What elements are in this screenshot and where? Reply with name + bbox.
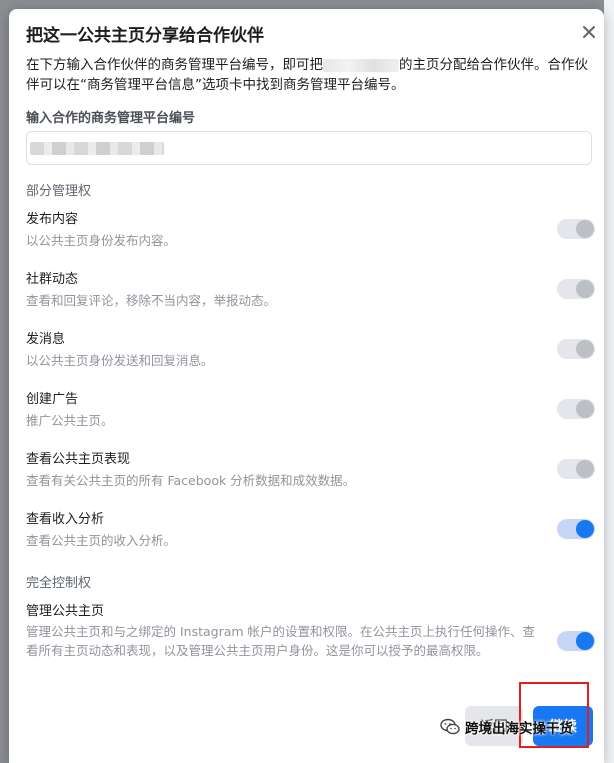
redacted-input-value [30,142,164,155]
toggle-knob [576,400,594,418]
wechat-watermark: 跨境出海实操干货 [440,717,573,737]
redacted-page-name [323,58,399,72]
permission-description: 查看和回复评论，移除不当内容，举报动态。 [26,293,277,308]
toggle-knob [576,460,594,478]
permission-title: 创建广告 [26,392,79,407]
permission-toggle-messages[interactable] [557,339,595,359]
permission-toggle-revenue[interactable] [557,519,595,539]
permission-title: 查看公共主页表现 [26,452,131,467]
permission-toggle-ads[interactable] [557,399,595,419]
partial-access-heading: 部分管理权 [26,184,92,199]
permission-description: 查看有关公共主页的所有 Facebook 分析数据和成效数据。 [26,473,356,488]
dialog-title: 把这一公共主页分享给合作伙伴 [26,26,264,46]
share-page-dialog: 把这一公共主页分享给合作伙伴 在下方输入合作伙伴的商务管理平台编号，即可把 的主页… [9,9,604,763]
permission-description: 以公共主页身份发布内容。 [26,233,177,248]
wechat-icon [440,718,460,735]
background-panel [604,0,614,763]
close-icon[interactable] [578,21,600,43]
permission-toggle-community[interactable] [557,279,595,299]
permission-description: 推广公共主页。 [26,413,114,428]
full-control-toggle[interactable] [557,631,595,651]
full-control-title: 管理公共主页 [26,604,105,619]
partner-id-label: 输入合作的商务管理平台编号 [26,111,196,126]
permission-description: 查看公共主页的收入分析。 [26,533,177,548]
permission-toggle-insights[interactable] [557,459,595,479]
toggle-knob [576,632,594,650]
toggle-knob [576,340,594,358]
toggle-knob [576,520,594,538]
full-control-description: 管理公共主页和与之绑定的 Instagram 帐户的设置和权限。在公共主页上执行… [26,624,536,658]
dialog-description: 在下方输入合作伙伴的商务管理平台编号，即可把 的主页分配给合作伙伴。合作伙伴可以在… [26,55,592,95]
full-control-heading: 完全控制权 [26,576,92,591]
permission-title: 社群动态 [26,272,79,287]
description-part-1: 在下方输入合作伙伴的商务管理平台编号，即可把 [26,57,323,73]
watermark-text: 跨境出海实操干货 [465,721,573,737]
toggle-knob [576,280,594,298]
partner-id-input[interactable] [26,131,592,165]
toggle-knob [576,220,594,238]
permission-title: 发布内容 [26,212,79,227]
permission-title: 发消息 [26,332,66,347]
permission-toggle-publish[interactable] [557,219,595,239]
permission-title: 查看收入分析 [26,512,105,527]
permission-description: 以公共主页身份发送和回复消息。 [26,353,214,368]
